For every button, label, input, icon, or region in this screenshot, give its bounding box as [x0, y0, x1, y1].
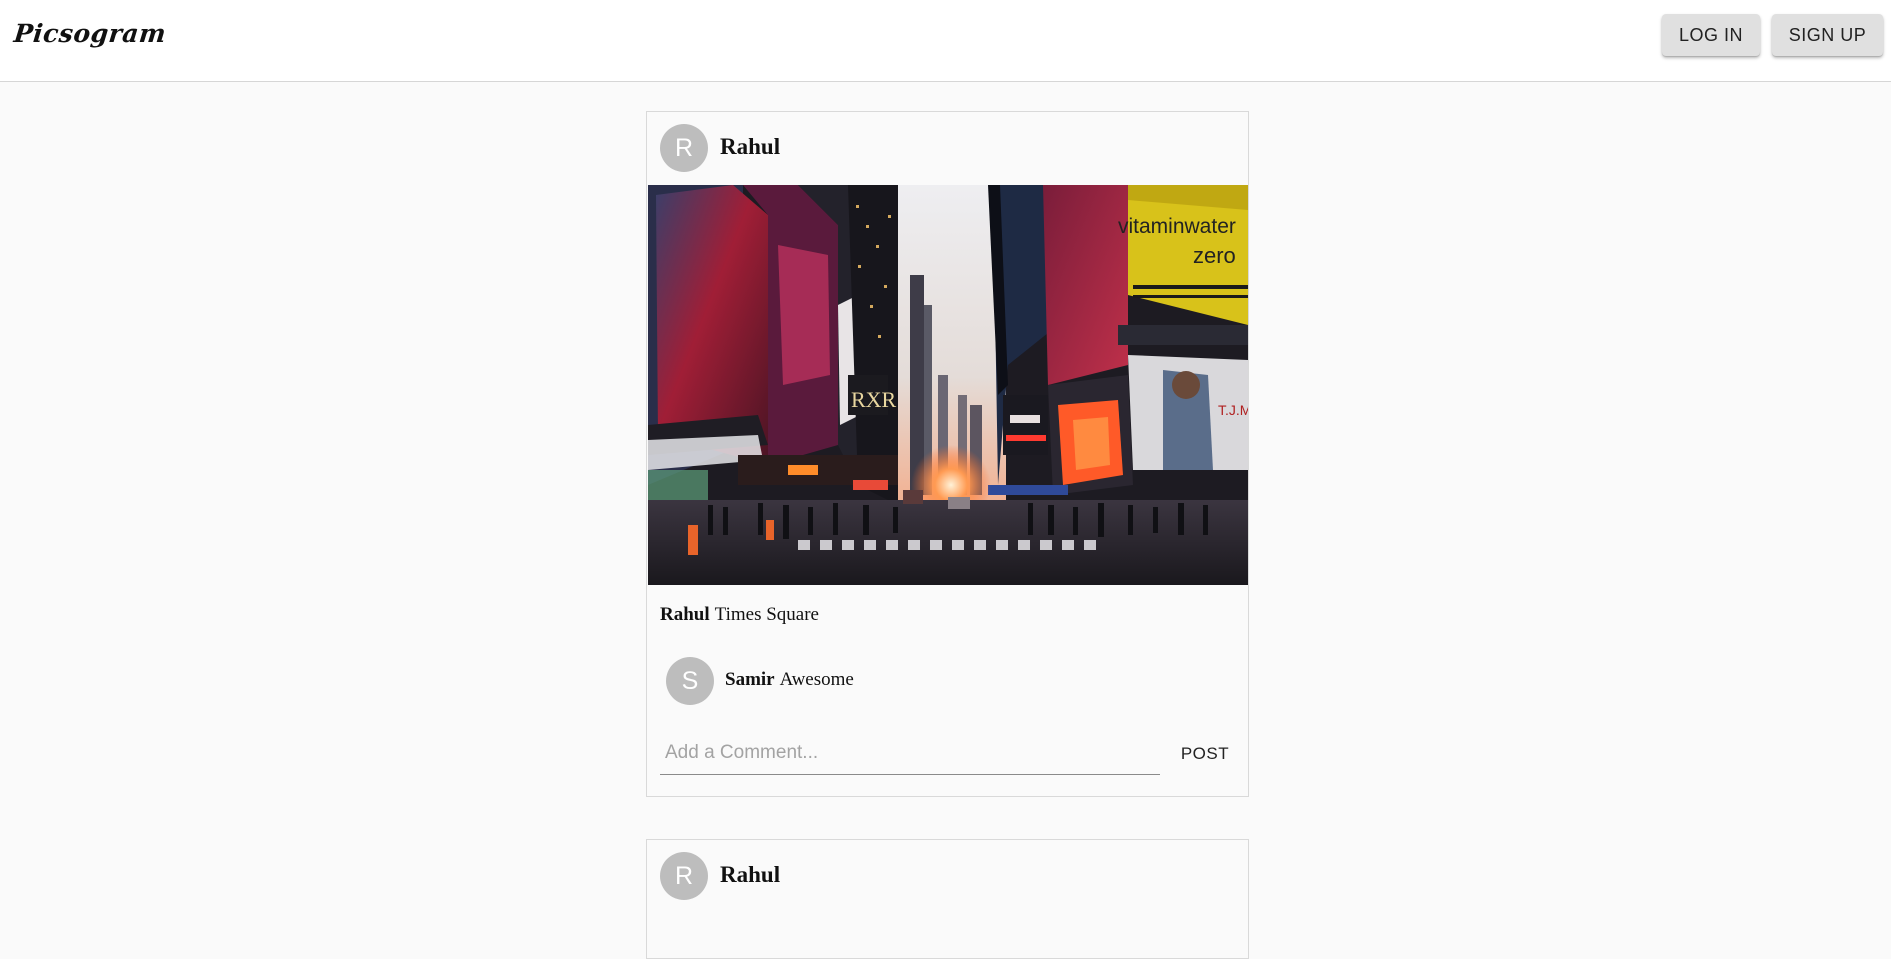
- comment-item: S Samir Awesome: [666, 657, 1226, 705]
- avatar[interactable]: R: [660, 852, 708, 900]
- post-comment-button[interactable]: POST: [1170, 734, 1240, 774]
- caption-text: Times Square: [714, 604, 819, 625]
- svg-text:vitaminwater: vitaminwater: [1118, 215, 1236, 238]
- avatar[interactable]: S: [666, 657, 714, 705]
- post-card: R Rahul: [646, 111, 1249, 797]
- app-header: Picsogram LOG IN SIGN UP: [0, 0, 1891, 82]
- comment-body: Samir Awesome: [725, 669, 854, 691]
- login-button[interactable]: LOG IN: [1662, 14, 1760, 56]
- comment-text: Awesome: [779, 669, 854, 690]
- post-header: R Rahul: [647, 840, 1248, 913]
- post-caption: Rahul Times Square: [660, 604, 819, 626]
- post-author[interactable]: Rahul: [720, 134, 780, 160]
- comment-input[interactable]: [660, 732, 1160, 775]
- post-image[interactable]: RXR vitaminwater zero T.J.M: [648, 185, 1248, 585]
- svg-text:T.J.M: T.J.M: [1218, 402, 1248, 418]
- app-logo[interactable]: Picsogram: [12, 19, 167, 48]
- post-header: R Rahul: [647, 112, 1248, 185]
- svg-text:zero: zero: [1193, 243, 1236, 268]
- caption-author[interactable]: Rahul: [660, 604, 710, 625]
- post-author[interactable]: Rahul: [720, 862, 780, 888]
- times-square-photo: RXR vitaminwater zero T.J.M: [648, 185, 1248, 585]
- post-card: R Rahul: [646, 839, 1249, 959]
- avatar[interactable]: R: [660, 124, 708, 172]
- svg-text:RXR: RXR: [851, 387, 897, 412]
- comment-author[interactable]: Samir: [725, 669, 775, 690]
- signup-button[interactable]: SIGN UP: [1772, 14, 1883, 56]
